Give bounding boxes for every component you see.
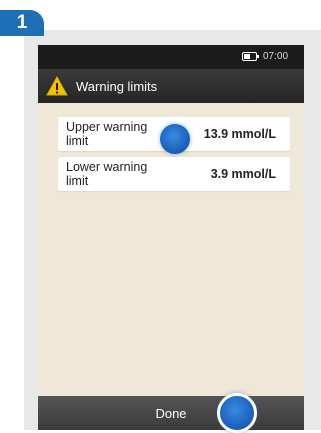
lower-warning-limit-row[interactable]: Lower warning limit 3.9 mmol/L	[58, 157, 290, 191]
tap-indicator-icon	[160, 124, 190, 154]
lower-warning-limit-label: Lower warning limit	[66, 160, 148, 188]
device-screen: 07:00 Warning limits Upper warning limit…	[38, 45, 304, 430]
step-number-badge: 1	[0, 10, 44, 36]
instruction-step-card: 1 07:00 Warning limits Upper warning lim…	[0, 0, 321, 433]
upper-warning-limit-value: 13.9 mmol/L	[203, 127, 276, 141]
screen-header: Warning limits	[38, 69, 304, 103]
tap-indicator-icon	[217, 393, 257, 433]
page-title: Warning limits	[76, 78, 158, 94]
warning-triangle-icon	[46, 76, 68, 96]
status-bar: 07:00	[38, 45, 304, 69]
done-button[interactable]: Done	[38, 396, 304, 430]
upper-warning-limit-label: Upper warning limit	[66, 120, 148, 148]
status-time: 07:00	[263, 51, 289, 62]
lower-warning-limit-value: 3.9 mmol/L	[210, 167, 276, 181]
battery-icon	[242, 52, 259, 61]
done-button-label: Done	[155, 405, 187, 421]
